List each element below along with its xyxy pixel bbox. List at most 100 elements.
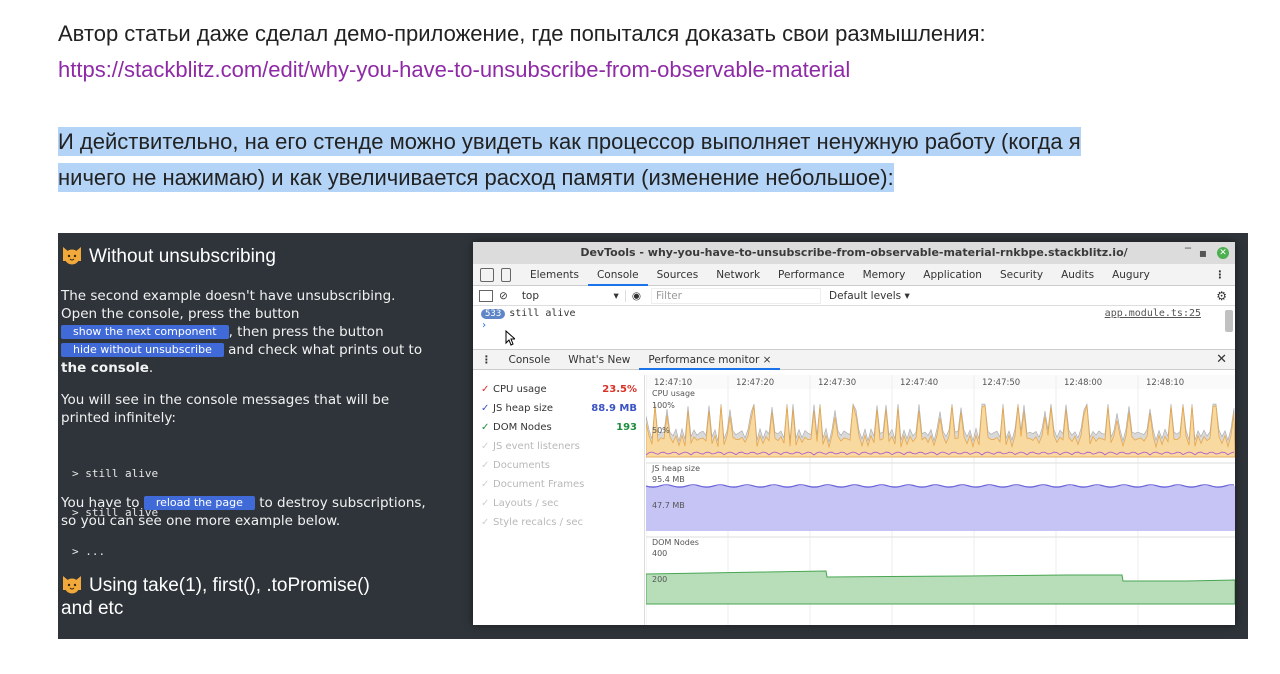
repeat-count-badge: 533 [481,309,506,319]
dom-mid-label: 200 [652,575,667,584]
tab-security[interactable]: Security [991,264,1052,286]
code-line: > ... [72,545,106,558]
time-tick-label: 12:47:40 [900,378,938,388]
cpu-100-label: 100% [652,401,675,410]
metric-layouts-sec[interactable]: ✓ Layouts / sec [481,495,637,513]
close-drawer-icon[interactable]: ✕ [1216,352,1227,367]
drawer-tab-performance-monitor[interactable]: Performance monitor × [639,350,781,370]
tab-memory[interactable]: Memory [854,264,915,286]
checkbox-icon[interactable]: ✓ [481,438,493,456]
metric-documents[interactable]: ✓ Documents [481,457,637,475]
time-tick-label: 12:48:00 [1064,378,1102,388]
performance-monitor: ✓ CPU usage 23.5% ✓ JS heap size 88.9 MB ✓ DOM … [473,375,1235,625]
para-text: so you can see one more example below. [61,513,341,529]
levels-dropdown[interactable]: Default levels ▾ [829,290,910,302]
time-tick-label: 12:48:10 [1146,378,1184,388]
tab-sources[interactable]: Sources [648,264,708,286]
metric-name: Layouts / sec [493,498,559,509]
demo-paragraph-2: You will see in the console messages tha… [61,391,441,427]
source-link[interactable]: app.module.ts:25 [1105,308,1201,319]
console-prompt-icon[interactable]: › [481,320,487,331]
checkbox-icon[interactable]: ✓ [481,476,493,494]
heap-mid-label: 47.7 MB [652,501,685,510]
time-tick-label: 12:47:20 [736,378,774,388]
metrics-list: ✓ CPU usage 23.5% ✓ JS heap size 88.9 MB ✓ DOM … [473,375,645,625]
heap-area [646,486,1235,531]
metric-dom-nodes[interactable]: ✓ DOM Nodes 193 [481,419,637,437]
more-options-icon[interactable]: ⋮ [1215,269,1226,281]
heap-label: JS heap size [651,464,700,473]
cpu-usage-label: CPU usage [652,389,695,398]
tab-augury[interactable]: Augury [1103,264,1159,286]
heading-text: Without unsubscribing [89,246,276,267]
metric-name: Document Frames [493,479,585,490]
metric-js-heap-size[interactable]: ✓ JS heap size 88.9 MB [481,400,637,418]
tab-application[interactable]: Application [914,264,991,286]
show-next-component-button[interactable]: show the next component [61,325,229,339]
para-text: The second example doesn't have unsubscr… [61,288,396,304]
checkbox-icon[interactable]: ✓ [481,514,493,532]
para-text: . [148,360,154,376]
reload-page-button[interactable]: reload the page [143,496,255,510]
para-text: You have to [61,495,144,511]
highlighted-text-line-2: ничего не нажимаю) и как увеличивается р… [58,163,894,192]
para-text: and check what prints out to [223,342,423,358]
devtools-window: DevTools - why-you-have-to-unsubscribe-f… [473,242,1235,625]
close-icon[interactable]: ✕ [1217,247,1229,259]
metric-js-event-listeners[interactable]: ✓ JS event listeners [481,438,637,456]
checkbox-icon[interactable]: ✓ [481,457,493,475]
drawer-tabbar: ⋮ Console What's New Performance monitor… [473,350,1235,370]
dom-nodes-area [646,570,1235,605]
device-toolbar-icon[interactable] [501,267,511,282]
checkbox-icon[interactable]: ✓ [481,381,493,399]
console-message: 533 still alive [481,308,576,319]
metric-name: JS heap size [493,403,554,414]
tab-network[interactable]: Network [707,264,769,286]
console-scrollbar[interactable] [1225,310,1233,332]
checkbox-icon[interactable]: ✓ [481,419,493,437]
heading-text: Using take(1), first(), .toPromise() [89,575,370,596]
checkbox-icon[interactable]: ✓ [481,400,493,418]
sidebar-toggle-icon[interactable] [479,289,493,302]
demo-paragraph-1: The second example doesn't have unsubscr… [61,287,441,377]
metric-name: JS event listeners [493,441,580,452]
clear-console-icon[interactable]: ⊘ [499,290,508,302]
performance-chart-svg: 12:47:10 12:47:20 12:47:30 12:47:40 12:47:50… [646,375,1235,625]
article-paragraph-1: Автор статьи даже сделал демо-приложение… [58,16,986,88]
metric-document-frames[interactable]: ✓ Document Frames [481,476,637,494]
metric-name: DOM Nodes [493,422,552,433]
metric-name: Documents [493,460,551,471]
metric-style-recalcs-sec[interactable]: ✓ Style recalcs / sec [481,514,637,532]
article-paragraph-2: И действительно, на его стенде можно уви… [58,124,1258,196]
drawer-tab-console[interactable]: Console [500,350,560,370]
context-select[interactable]: top [516,289,626,302]
metric-cpu-usage[interactable]: ✓ CPU usage 23.5% [481,381,637,399]
devtools-title: DevTools - why-you-have-to-unsubscribe-f… [580,246,1128,259]
console-message-text: still alive [509,308,576,319]
eye-icon[interactable]: ◉ [632,290,641,302]
tab-console[interactable]: Console [587,264,648,286]
gear-icon[interactable]: ⚙ [1216,289,1227,303]
para-text: to destroy subscriptions, [254,495,426,511]
tab-audits[interactable]: Audits [1052,264,1103,286]
tab-elements[interactable]: Elements [521,264,588,286]
restore-icon[interactable]: ▪ [1199,242,1207,264]
metric-name: CPU usage [493,384,547,395]
filter-input[interactable]: Filter [650,287,821,304]
para-text: Open the console, press the button [61,306,300,322]
cat-emoji-icon [63,576,81,594]
tab-performance[interactable]: Performance [769,264,854,286]
heap-max-label: 95.4 MB [652,475,685,484]
hide-without-unsubscribe-button[interactable]: hide without unsubscribe [61,343,224,357]
metric-value: 88.9 MB [591,403,637,414]
drawer-tab-whats-new[interactable]: What's New [559,350,639,370]
console-toolbar: ⊘ top ◉ Filter Default levels ▾ ⚙ [473,286,1235,306]
stackblitz-link[interactable]: https://stackblitz.com/edit/why-you-have… [58,52,986,88]
dom-label: DOM Nodes [652,538,699,547]
inspect-icon[interactable] [480,267,494,282]
checkbox-icon[interactable]: ✓ [481,495,493,513]
minimize-icon[interactable]: ‾ [1185,242,1191,264]
devtools-titlebar: DevTools - why-you-have-to-unsubscribe-f… [473,242,1235,264]
para-text: printed infinitely: [61,410,176,426]
drawer-menu-icon[interactable]: ⋮ [481,354,492,366]
